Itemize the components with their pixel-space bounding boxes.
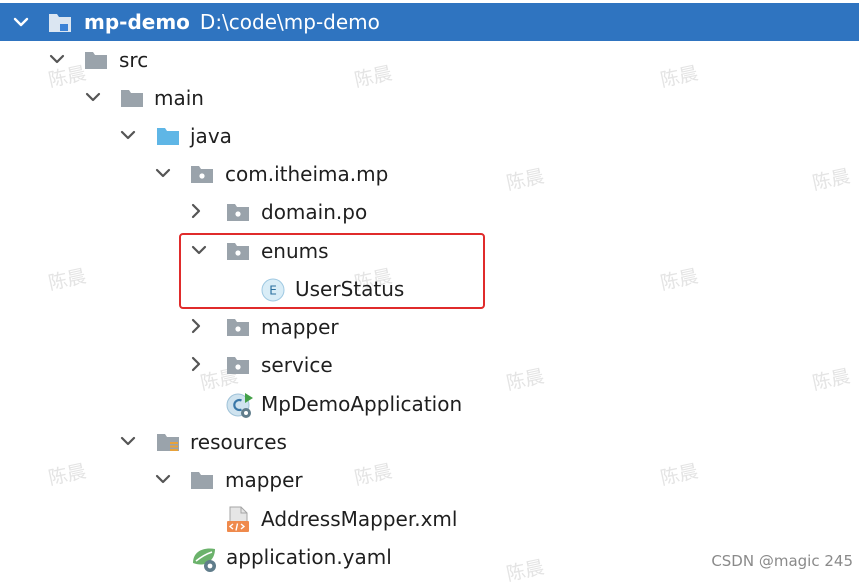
chevron-right-icon[interactable] (185, 200, 207, 222)
folder-icon (191, 472, 213, 489)
chevron-down-icon[interactable] (82, 86, 104, 108)
project-name: mp-demo (84, 10, 190, 34)
folder-icon (85, 52, 107, 69)
tree-item-main[interactable]: main (0, 80, 859, 118)
spring-config-icon (193, 548, 216, 572)
tree-item-mapper[interactable]: mapper (0, 309, 859, 347)
module-folder-icon (49, 14, 71, 32)
chevron-down-icon[interactable] (152, 468, 174, 490)
chevron-down-icon[interactable] (152, 162, 174, 184)
tree-item-label: AddressMapper.xml (261, 507, 458, 531)
tree-item-resources-mapper[interactable]: mapper (0, 462, 859, 500)
tree-item-resources[interactable]: resources (0, 424, 859, 462)
csdn-watermark: CSDN @magic 245 (711, 552, 853, 570)
tree-item-label: com.itheima.mp (225, 162, 389, 186)
chevron-down-icon[interactable] (117, 430, 139, 452)
source-folder-icon (157, 128, 179, 145)
tree-item-domain-po[interactable]: domain.po (0, 194, 859, 232)
chevron-down-icon[interactable] (10, 11, 32, 33)
spring-boot-class-icon (226, 393, 253, 418)
tree-item-label: MpDemoApplication (261, 392, 463, 416)
tree-item-mp-demo-application[interactable]: MpDemoApplication (0, 386, 859, 424)
tree-item-label: src (119, 48, 149, 72)
package-icon (227, 357, 249, 374)
tree-item-label: service (261, 353, 333, 377)
chevron-down-icon[interactable] (46, 48, 68, 70)
project-path: D:\code\mp-demo (199, 10, 380, 34)
tree-item-service[interactable]: service (0, 347, 859, 385)
tree-item-label: java (190, 124, 232, 148)
tree-item-java[interactable]: java (0, 118, 859, 156)
package-icon (227, 319, 249, 336)
tree-item-label: resources (190, 430, 287, 454)
highlight-box (179, 233, 485, 309)
tree-root-row[interactable]: mp-demo D:\code\mp-demo (0, 3, 859, 41)
tree-item-label: domain.po (261, 200, 368, 224)
tree-item-label: main (154, 86, 204, 110)
tree-item-label: mapper (225, 468, 303, 492)
package-icon (227, 204, 249, 221)
tree-item-src[interactable]: src (0, 42, 859, 80)
package-icon (191, 166, 213, 183)
tree-item-address-mapper-xml[interactable]: AddressMapper.xml (0, 501, 859, 539)
chevron-right-icon[interactable] (185, 353, 207, 375)
resources-folder-icon (157, 434, 179, 451)
tree-item-label: application.yaml (226, 545, 392, 569)
tree-item-label: mapper (261, 315, 339, 339)
folder-icon (121, 90, 143, 107)
tree-item-package[interactable]: com.itheima.mp (0, 156, 859, 194)
chevron-right-icon[interactable] (185, 315, 207, 337)
xml-file-icon (227, 506, 249, 532)
chevron-down-icon[interactable] (117, 124, 139, 146)
